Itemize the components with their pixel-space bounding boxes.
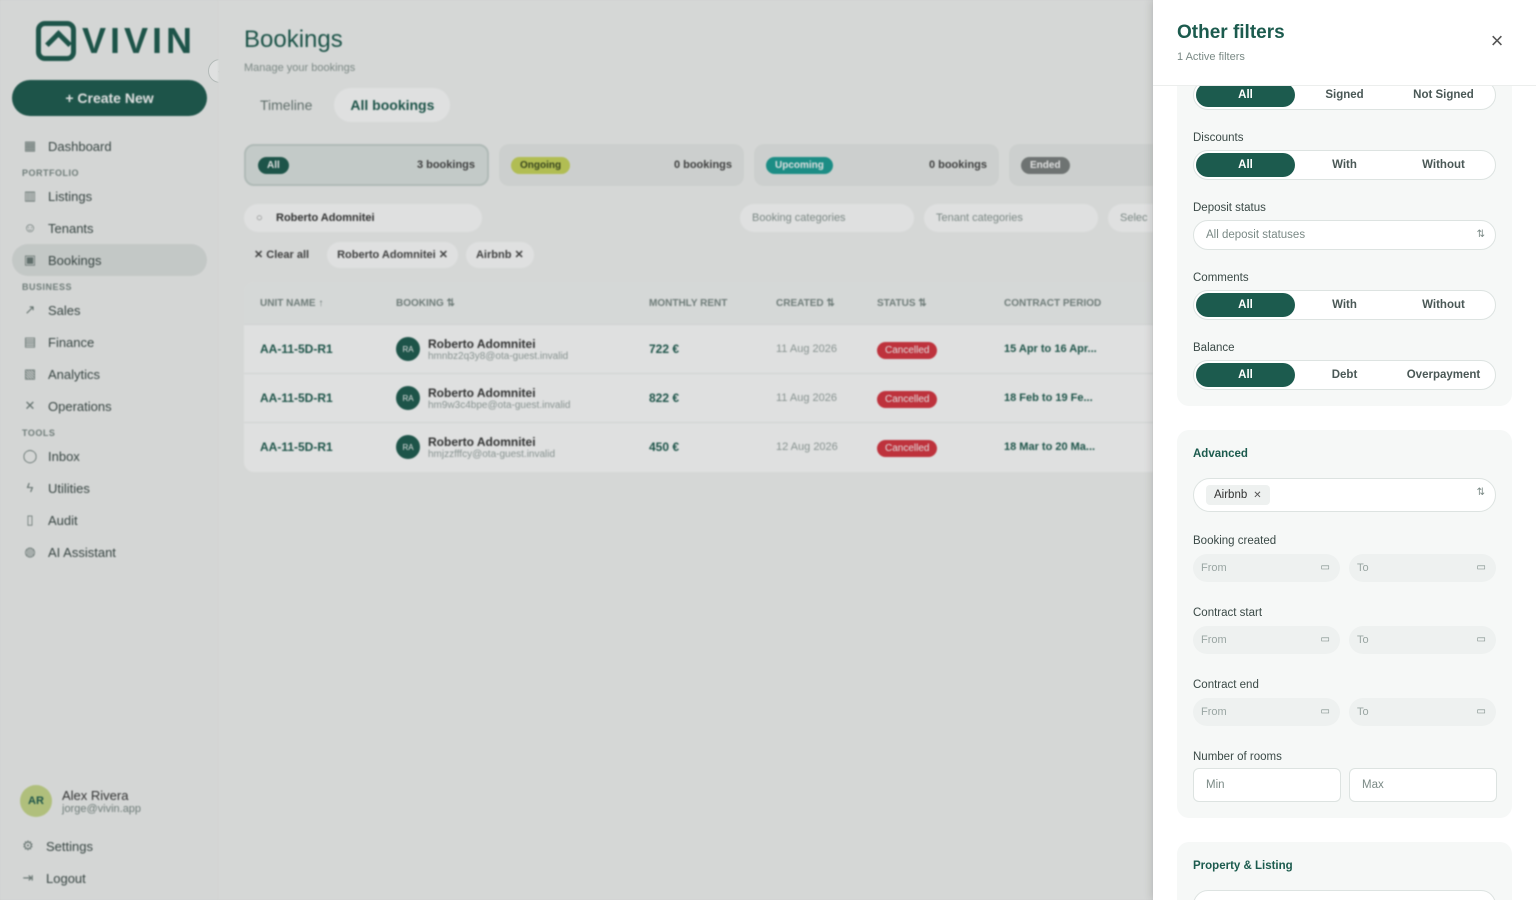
signed-not-signed[interactable]: Not Signed [1394, 83, 1493, 107]
contract-end-label: Contract end [1193, 679, 1259, 691]
filters-group-property: Property & Listing [1177, 842, 1512, 900]
panel-header: Other filters 1 Active filters × [1153, 0, 1536, 86]
calendar-icon: ▭ [1476, 562, 1486, 573]
discounts-with[interactable]: With [1295, 153, 1394, 177]
contract-start-label: Contract start [1193, 607, 1263, 619]
deposit-label: Deposit status [1193, 202, 1266, 214]
signed-all[interactable]: All [1196, 83, 1295, 107]
booking-created-label: Booking created [1193, 535, 1277, 547]
advanced-title: Advanced [1193, 448, 1248, 460]
active-filters-count: 1 Active filters [1177, 51, 1245, 63]
calendar-icon: ▭ [1320, 634, 1330, 645]
calendar-icon: ▭ [1320, 562, 1330, 573]
rooms-label: Number of rooms [1193, 751, 1282, 763]
calendar-icon: ▭ [1320, 706, 1330, 717]
contract-end-to[interactable]: To ▭ [1349, 698, 1496, 726]
discounts-all[interactable]: All [1196, 153, 1295, 177]
balance-toggle: All Debt Overpayment [1193, 360, 1496, 390]
filters-group-advanced: Advanced Airbnb ✕ ⇅ Booking created From ▭… [1177, 430, 1512, 818]
calendar-icon: ▭ [1476, 634, 1486, 645]
tag-airbnb: Airbnb ✕ [1206, 485, 1270, 505]
contract-end-from[interactable]: From ▭ [1193, 698, 1340, 726]
source-multiselect[interactable]: Airbnb ✕ ⇅ [1193, 478, 1496, 512]
rooms-max-input[interactable]: Max [1349, 768, 1497, 802]
filters-group-general: All Signed Not Signed Discounts All With… [1177, 60, 1512, 406]
comments-all[interactable]: All [1196, 293, 1295, 317]
comments-without[interactable]: Without [1394, 293, 1493, 317]
comments-with[interactable]: With [1295, 293, 1394, 317]
property-select[interactable] [1193, 890, 1496, 900]
discounts-toggle: All With Without [1193, 150, 1496, 180]
signed-signed[interactable]: Signed [1295, 83, 1394, 107]
close-panel-button[interactable]: × [1487, 28, 1507, 53]
rooms-min-input[interactable]: Min [1193, 768, 1341, 802]
balance-label: Balance [1193, 342, 1235, 354]
comments-toggle: All With Without [1193, 290, 1496, 320]
discounts-without[interactable]: Without [1394, 153, 1493, 177]
close-icon[interactable]: ✕ [1253, 490, 1261, 501]
booking-created-to[interactable]: To ▭ [1349, 554, 1496, 582]
sort-arrows-icon: ⇅ [1476, 487, 1485, 498]
balance-all[interactable]: All [1196, 363, 1295, 387]
deposit-status-select[interactable]: All deposit statuses ⇅ [1193, 220, 1496, 250]
contract-start-from[interactable]: From ▭ [1193, 626, 1340, 654]
balance-debt[interactable]: Debt [1295, 363, 1394, 387]
other-filters-panel: Other filters 1 Active filters × All Sig… [1153, 0, 1536, 900]
property-listing-title: Property & Listing [1193, 860, 1293, 872]
discounts-label: Discounts [1193, 132, 1244, 144]
panel-title: Other filters [1177, 22, 1285, 43]
balance-overpayment[interactable]: Overpayment [1394, 363, 1493, 387]
comments-label: Comments [1193, 272, 1249, 284]
modal-overlay[interactable] [0, 0, 1153, 900]
sort-arrows-icon: ⇅ [1476, 229, 1485, 240]
booking-created-from[interactable]: From ▭ [1193, 554, 1340, 582]
calendar-icon: ▭ [1476, 706, 1486, 717]
contract-start-to[interactable]: To ▭ [1349, 626, 1496, 654]
close-icon: × [1490, 28, 1504, 53]
